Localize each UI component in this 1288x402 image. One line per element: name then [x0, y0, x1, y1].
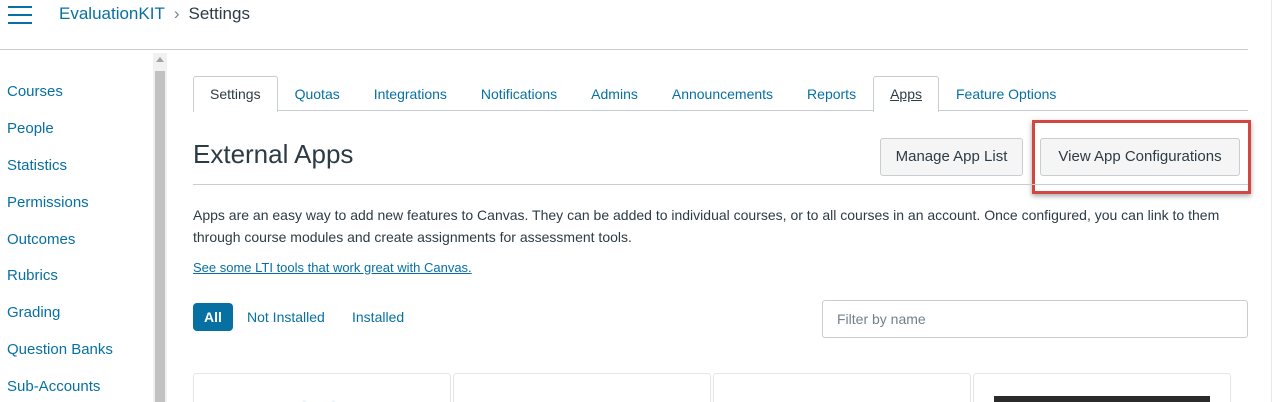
- app-thumbnail: [994, 396, 1210, 402]
- nav-item-outcomes[interactable]: Outcomes: [0, 222, 152, 259]
- app-card[interactable]: [453, 373, 711, 402]
- filter-by-name-input[interactable]: [822, 300, 1248, 338]
- tab-notifications[interactable]: Notifications: [464, 76, 574, 111]
- top-bar: EvaluationKIT › Settings: [0, 0, 1248, 50]
- app-card[interactable]: [973, 373, 1231, 402]
- menu-icon[interactable]: [8, 6, 32, 26]
- tab-integrations[interactable]: Integrations: [357, 76, 464, 111]
- chevron-right-icon: ›: [173, 4, 180, 23]
- tab-settings[interactable]: Settings: [193, 76, 278, 112]
- page-title: External Apps: [193, 139, 354, 169]
- nav-item-permissions[interactable]: Permissions: [0, 185, 152, 222]
- nav-item-rubrics[interactable]: Rubrics: [0, 258, 152, 295]
- nav-item-question-banks[interactable]: Question Banks: [0, 332, 152, 369]
- page-scrollbar[interactable]: [1271, 0, 1288, 402]
- lti-tools-link[interactable]: See some LTI tools that work great with …: [193, 260, 472, 275]
- filter-installed-button[interactable]: Installed: [345, 303, 411, 331]
- scrollbar-thumb[interactable]: [155, 71, 165, 402]
- nav-item-statistics[interactable]: Statistics: [0, 148, 152, 185]
- tab-reports[interactable]: Reports: [790, 76, 873, 111]
- nav-item-sub-accounts[interactable]: Sub-Accounts: [0, 369, 152, 402]
- nav-item-courses[interactable]: Courses: [0, 74, 152, 111]
- breadcrumb-account-link[interactable]: EvaluationKIT: [59, 4, 165, 24]
- app-logo-icon: [302, 400, 336, 402]
- scroll-up-arrow-icon[interactable]: [156, 57, 164, 62]
- tab-feature-options[interactable]: Feature Options: [939, 76, 1073, 111]
- view-app-configurations-button[interactable]: View App Configurations: [1040, 138, 1240, 176]
- tab-quotas[interactable]: Quotas: [278, 76, 357, 111]
- tab-admins[interactable]: Admins: [574, 76, 655, 111]
- divider: [193, 184, 1248, 185]
- nav-item-grading[interactable]: Grading: [0, 295, 152, 332]
- manage-app-list-button[interactable]: Manage App List: [880, 138, 1023, 176]
- breadcrumb-current: Settings: [188, 4, 250, 23]
- app-card[interactable]: [713, 373, 971, 402]
- apps-description: Apps are an easy way to add new features…: [193, 207, 1220, 245]
- nav-item-people[interactable]: People: [0, 111, 152, 148]
- app-card[interactable]: [193, 373, 451, 402]
- tab-announcements[interactable]: Announcements: [655, 76, 790, 111]
- filter-all-button[interactable]: All: [193, 303, 233, 331]
- nav-scrollbar[interactable]: [153, 53, 167, 402]
- tab-apps[interactable]: Apps: [873, 76, 939, 112]
- filter-not-installed-button[interactable]: Not Installed: [240, 303, 332, 331]
- account-nav: Courses People Statistics Permissions Ou…: [0, 74, 152, 402]
- breadcrumb: EvaluationKIT › Settings: [59, 4, 250, 24]
- settings-tabs: Settings Quotas Integrations Notificatio…: [193, 76, 1248, 112]
